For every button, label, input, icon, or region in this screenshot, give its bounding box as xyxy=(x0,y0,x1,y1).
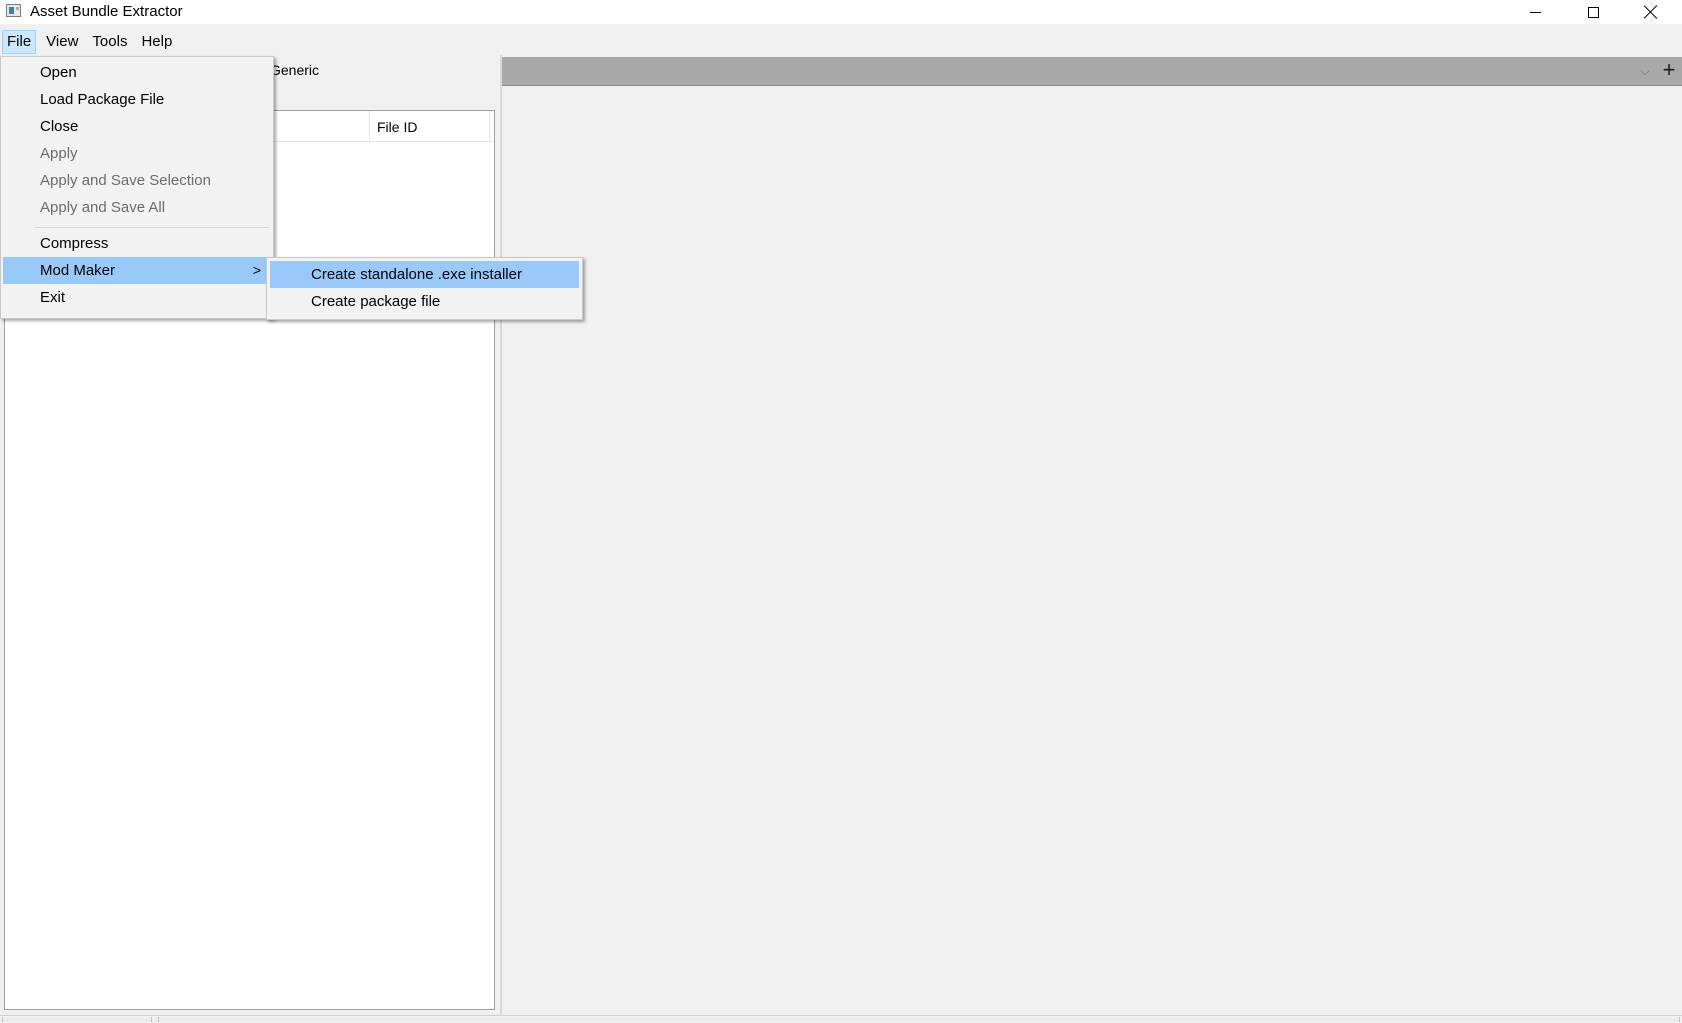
app-icon xyxy=(6,4,21,17)
menu-item-load-package-file[interactable]: Load Package File xyxy=(3,86,271,113)
column-header-file-id[interactable]: File ID xyxy=(377,119,417,135)
status-segment xyxy=(158,1017,1680,1022)
file-menu-dropdown: Open Load Package File Close Apply Apply… xyxy=(0,56,274,319)
mod-maker-submenu: Create standalone .exe installer Create … xyxy=(266,257,583,320)
menu-item-exit[interactable]: Exit xyxy=(3,284,271,311)
menu-tools[interactable]: Tools xyxy=(85,30,134,54)
window-title: Asset Bundle Extractor xyxy=(30,3,183,20)
maximize-icon xyxy=(1587,6,1599,18)
close-button[interactable] xyxy=(1622,0,1680,24)
menu-item-mod-maker[interactable]: Mod Maker > xyxy=(3,257,271,284)
title-bar: Asset Bundle Extractor xyxy=(0,0,1682,24)
maximize-button[interactable] xyxy=(1564,0,1622,24)
menu-item-open[interactable]: Open xyxy=(3,59,271,86)
menu-item-close[interactable]: Close xyxy=(3,113,271,140)
menu-item-apply-and-save-selection: Apply and Save Selection xyxy=(40,172,211,189)
submenu-item-create-standalone-installer[interactable]: Create standalone .exe installer xyxy=(270,261,579,288)
column-separator[interactable] xyxy=(369,111,370,141)
column-separator[interactable] xyxy=(489,111,490,141)
menu-item-mod-maker-label: Mod Maker xyxy=(40,262,116,279)
minimize-icon xyxy=(1529,11,1541,13)
menu-item-apply: Apply xyxy=(40,145,78,162)
menu-bar: File View Tools Help xyxy=(0,30,1682,54)
add-tab-button[interactable]: + xyxy=(1658,59,1680,83)
right-panel: ⌵ + xyxy=(502,55,1682,1015)
menu-view[interactable]: View xyxy=(39,30,85,54)
menu-help[interactable]: Help xyxy=(134,30,179,54)
status-segment xyxy=(2,1017,152,1022)
minimize-button[interactable] xyxy=(1506,0,1564,24)
menu-item-apply-and-save-all: Apply and Save All xyxy=(40,199,166,216)
tab-list-dropdown-icon[interactable]: ⌵ xyxy=(1636,61,1654,81)
generic-tab-label[interactable]: Generic xyxy=(270,62,319,78)
menu-separator xyxy=(35,227,269,228)
submenu-arrow-icon: > xyxy=(252,262,261,278)
close-icon xyxy=(1644,5,1658,19)
submenu-item-create-package-file[interactable]: Create package file xyxy=(270,288,579,315)
app-window: Asset Bundle Extractor File View Tools H… xyxy=(0,0,1682,1023)
menu-item-compress[interactable]: Compress xyxy=(3,230,271,257)
menu-file[interactable]: File xyxy=(2,30,37,54)
tab-bar: ⌵ + xyxy=(502,57,1682,86)
